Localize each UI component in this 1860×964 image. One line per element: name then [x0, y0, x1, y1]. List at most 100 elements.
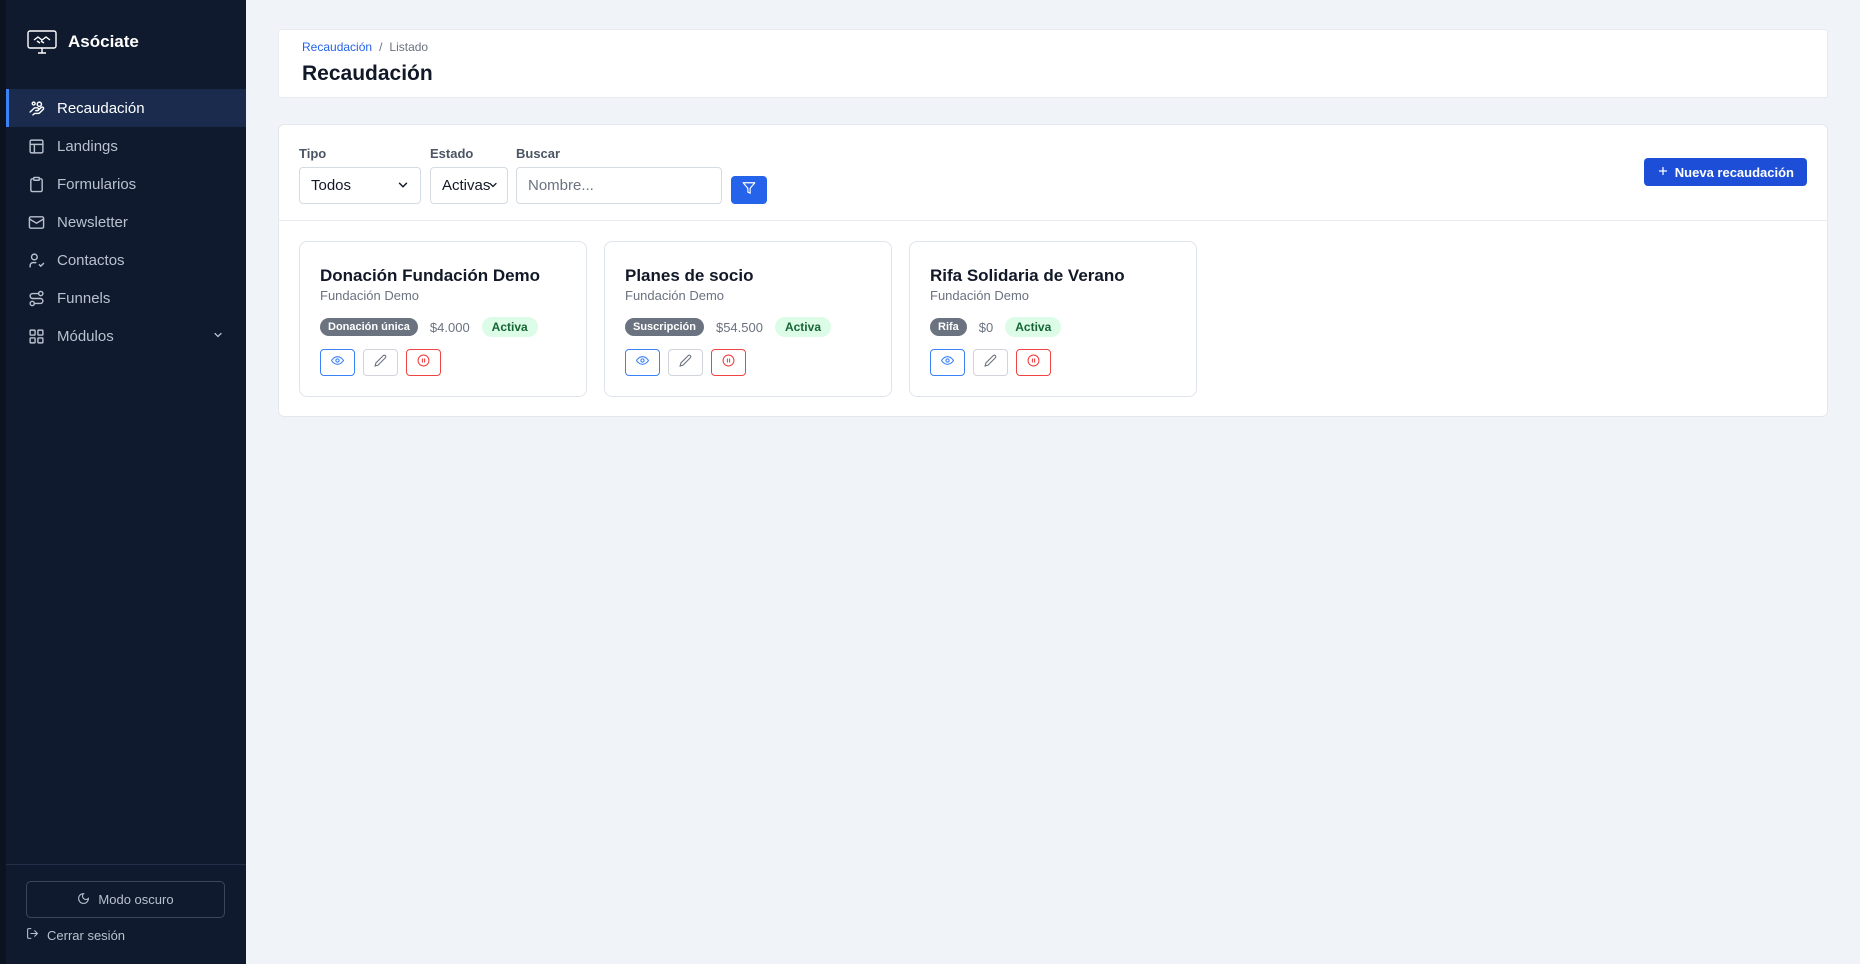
state-filter-select[interactable]: Activas	[430, 167, 508, 204]
eye-icon	[330, 354, 345, 372]
page-header: Recaudación / Listado Recaudación	[278, 29, 1828, 98]
type-filter-label: Tipo	[299, 146, 327, 161]
pause-circle-icon	[1027, 354, 1040, 372]
sidebar-item-modulos[interactable]: Módulos	[6, 317, 246, 355]
pause-button[interactable]	[1016, 349, 1051, 376]
pause-button[interactable]	[406, 349, 441, 376]
app-name: Asóciate	[68, 32, 139, 51]
brand[interactable]: Asóciate	[26, 28, 139, 56]
card-title: Planes de socio	[625, 266, 754, 285]
edit-button[interactable]	[668, 349, 703, 376]
state-filter-label: Estado	[430, 146, 474, 161]
pencil-icon	[984, 354, 997, 372]
apply-filter-button[interactable]	[731, 176, 767, 204]
card-organization: Fundación Demo	[625, 288, 724, 303]
sidebar-footer: Modo oscuro Cerrar sesión	[6, 864, 246, 964]
user-check-icon	[27, 251, 45, 269]
clipboard-icon	[27, 175, 45, 193]
sidebar-nav: Recaudación Landings Formularios Newslet…	[6, 89, 246, 355]
type-filter-select[interactable]: Todos	[299, 167, 421, 204]
breadcrumb-separator: /	[379, 40, 383, 54]
handshake-logo-icon	[26, 29, 58, 55]
card-title: Donación Fundación Demo	[320, 266, 541, 285]
card-actions	[320, 349, 441, 376]
fundraising-card: Rifa Solidaria de Verano Fundación Demo …	[909, 241, 1197, 397]
new-fundraising-button[interactable]: Nueva recaudación	[1643, 158, 1807, 186]
fundraising-card: Donación Fundación Demo Fundación Demo D…	[299, 241, 587, 397]
layout-icon	[27, 137, 45, 155]
search-label: Buscar	[516, 146, 561, 161]
logout-icon	[26, 927, 39, 943]
sidebar-item-label: Formularios	[57, 175, 137, 193]
sidebar-item-label: Landings	[57, 137, 118, 155]
sidebar-item-label: Funnels	[57, 289, 111, 307]
edit-button[interactable]	[973, 349, 1008, 376]
sidebar-item-label: Recaudación	[57, 99, 145, 117]
status-badge: Activa	[481, 317, 538, 337]
fundraising-cards: Donación Fundación Demo Fundación Demo D…	[299, 241, 1197, 397]
pause-circle-icon	[417, 354, 430, 372]
sidebar-item-newsletter[interactable]: Newsletter	[6, 203, 246, 241]
chevron-down-icon	[396, 178, 410, 196]
fundraising-card: Planes de socio Fundación Demo Suscripci…	[604, 241, 892, 397]
fundraising-panel: Tipo Todos Estado Activas Buscar Nueva	[278, 124, 1828, 417]
card-actions	[625, 349, 746, 376]
mail-icon	[27, 213, 45, 231]
type-badge: Rifa	[930, 318, 967, 336]
view-button[interactable]	[625, 349, 660, 376]
sidebar: Asóciate Recaudación Landings Formulario…	[6, 0, 246, 964]
breadcrumb-link-recaudacion[interactable]: Recaudación	[302, 40, 372, 54]
card-amount: $4.000	[429, 319, 470, 335]
card-meta: Donación única $4.000 Activa	[320, 317, 538, 337]
card-meta: Suscripción $54.500 Activa	[625, 317, 831, 337]
type-badge: Donación única	[320, 318, 418, 336]
card-organization: Fundación Demo	[930, 288, 1029, 303]
status-badge: Activa	[774, 317, 831, 337]
hand-coins-icon	[27, 99, 45, 117]
logout-label: Cerrar sesión	[47, 927, 126, 943]
sidebar-item-funnels[interactable]: Funnels	[6, 279, 246, 317]
dark-mode-button[interactable]: Modo oscuro	[26, 881, 225, 918]
card-actions	[930, 349, 1051, 376]
route-icon	[27, 289, 45, 307]
page-title: Recaudación	[302, 62, 433, 85]
filter-icon	[742, 181, 756, 200]
pause-circle-icon	[722, 354, 735, 372]
card-amount: $54.500	[715, 319, 763, 335]
moon-icon	[77, 892, 90, 908]
card-title: Rifa Solidaria de Verano	[930, 266, 1125, 285]
eye-icon	[940, 354, 955, 372]
view-button[interactable]	[320, 349, 355, 376]
search-input[interactable]	[516, 167, 722, 204]
pencil-icon	[374, 354, 387, 372]
sidebar-item-label: Contactos	[57, 251, 125, 269]
view-button[interactable]	[930, 349, 965, 376]
breadcrumb-current: Listado	[389, 40, 429, 54]
sidebar-item-label: Newsletter	[57, 213, 128, 231]
status-badge: Activa	[1005, 317, 1062, 337]
sidebar-item-formularios[interactable]: Formularios	[6, 165, 246, 203]
card-organization: Fundación Demo	[320, 288, 419, 303]
sidebar-item-contactos[interactable]: Contactos	[6, 241, 246, 279]
sidebar-item-recaudacion[interactable]: Recaudación	[6, 89, 246, 127]
state-filter-value: Activas	[442, 177, 491, 194]
sidebar-item-label: Módulos	[57, 327, 114, 345]
plus-icon	[1657, 165, 1669, 180]
new-fundraising-label: Nueva recaudación	[1674, 164, 1794, 180]
type-filter-value: Todos	[311, 177, 352, 194]
card-amount: $0	[978, 319, 994, 335]
dark-mode-label: Modo oscuro	[98, 892, 174, 907]
grid-icon	[27, 327, 45, 345]
pencil-icon	[679, 354, 692, 372]
chevron-down-icon	[487, 178, 499, 195]
type-badge: Suscripción	[625, 318, 704, 336]
chevron-down-icon[interactable]	[212, 328, 224, 345]
pause-button[interactable]	[711, 349, 746, 376]
breadcrumb: Recaudación / Listado	[302, 40, 428, 54]
sidebar-item-landings[interactable]: Landings	[6, 127, 246, 165]
card-meta: Rifa $0 Activa	[930, 317, 1062, 337]
filters-bar: Tipo Todos Estado Activas Buscar Nueva	[279, 125, 1827, 221]
logout-link[interactable]: Cerrar sesión	[26, 925, 125, 945]
eye-icon	[635, 354, 650, 372]
edit-button[interactable]	[363, 349, 398, 376]
